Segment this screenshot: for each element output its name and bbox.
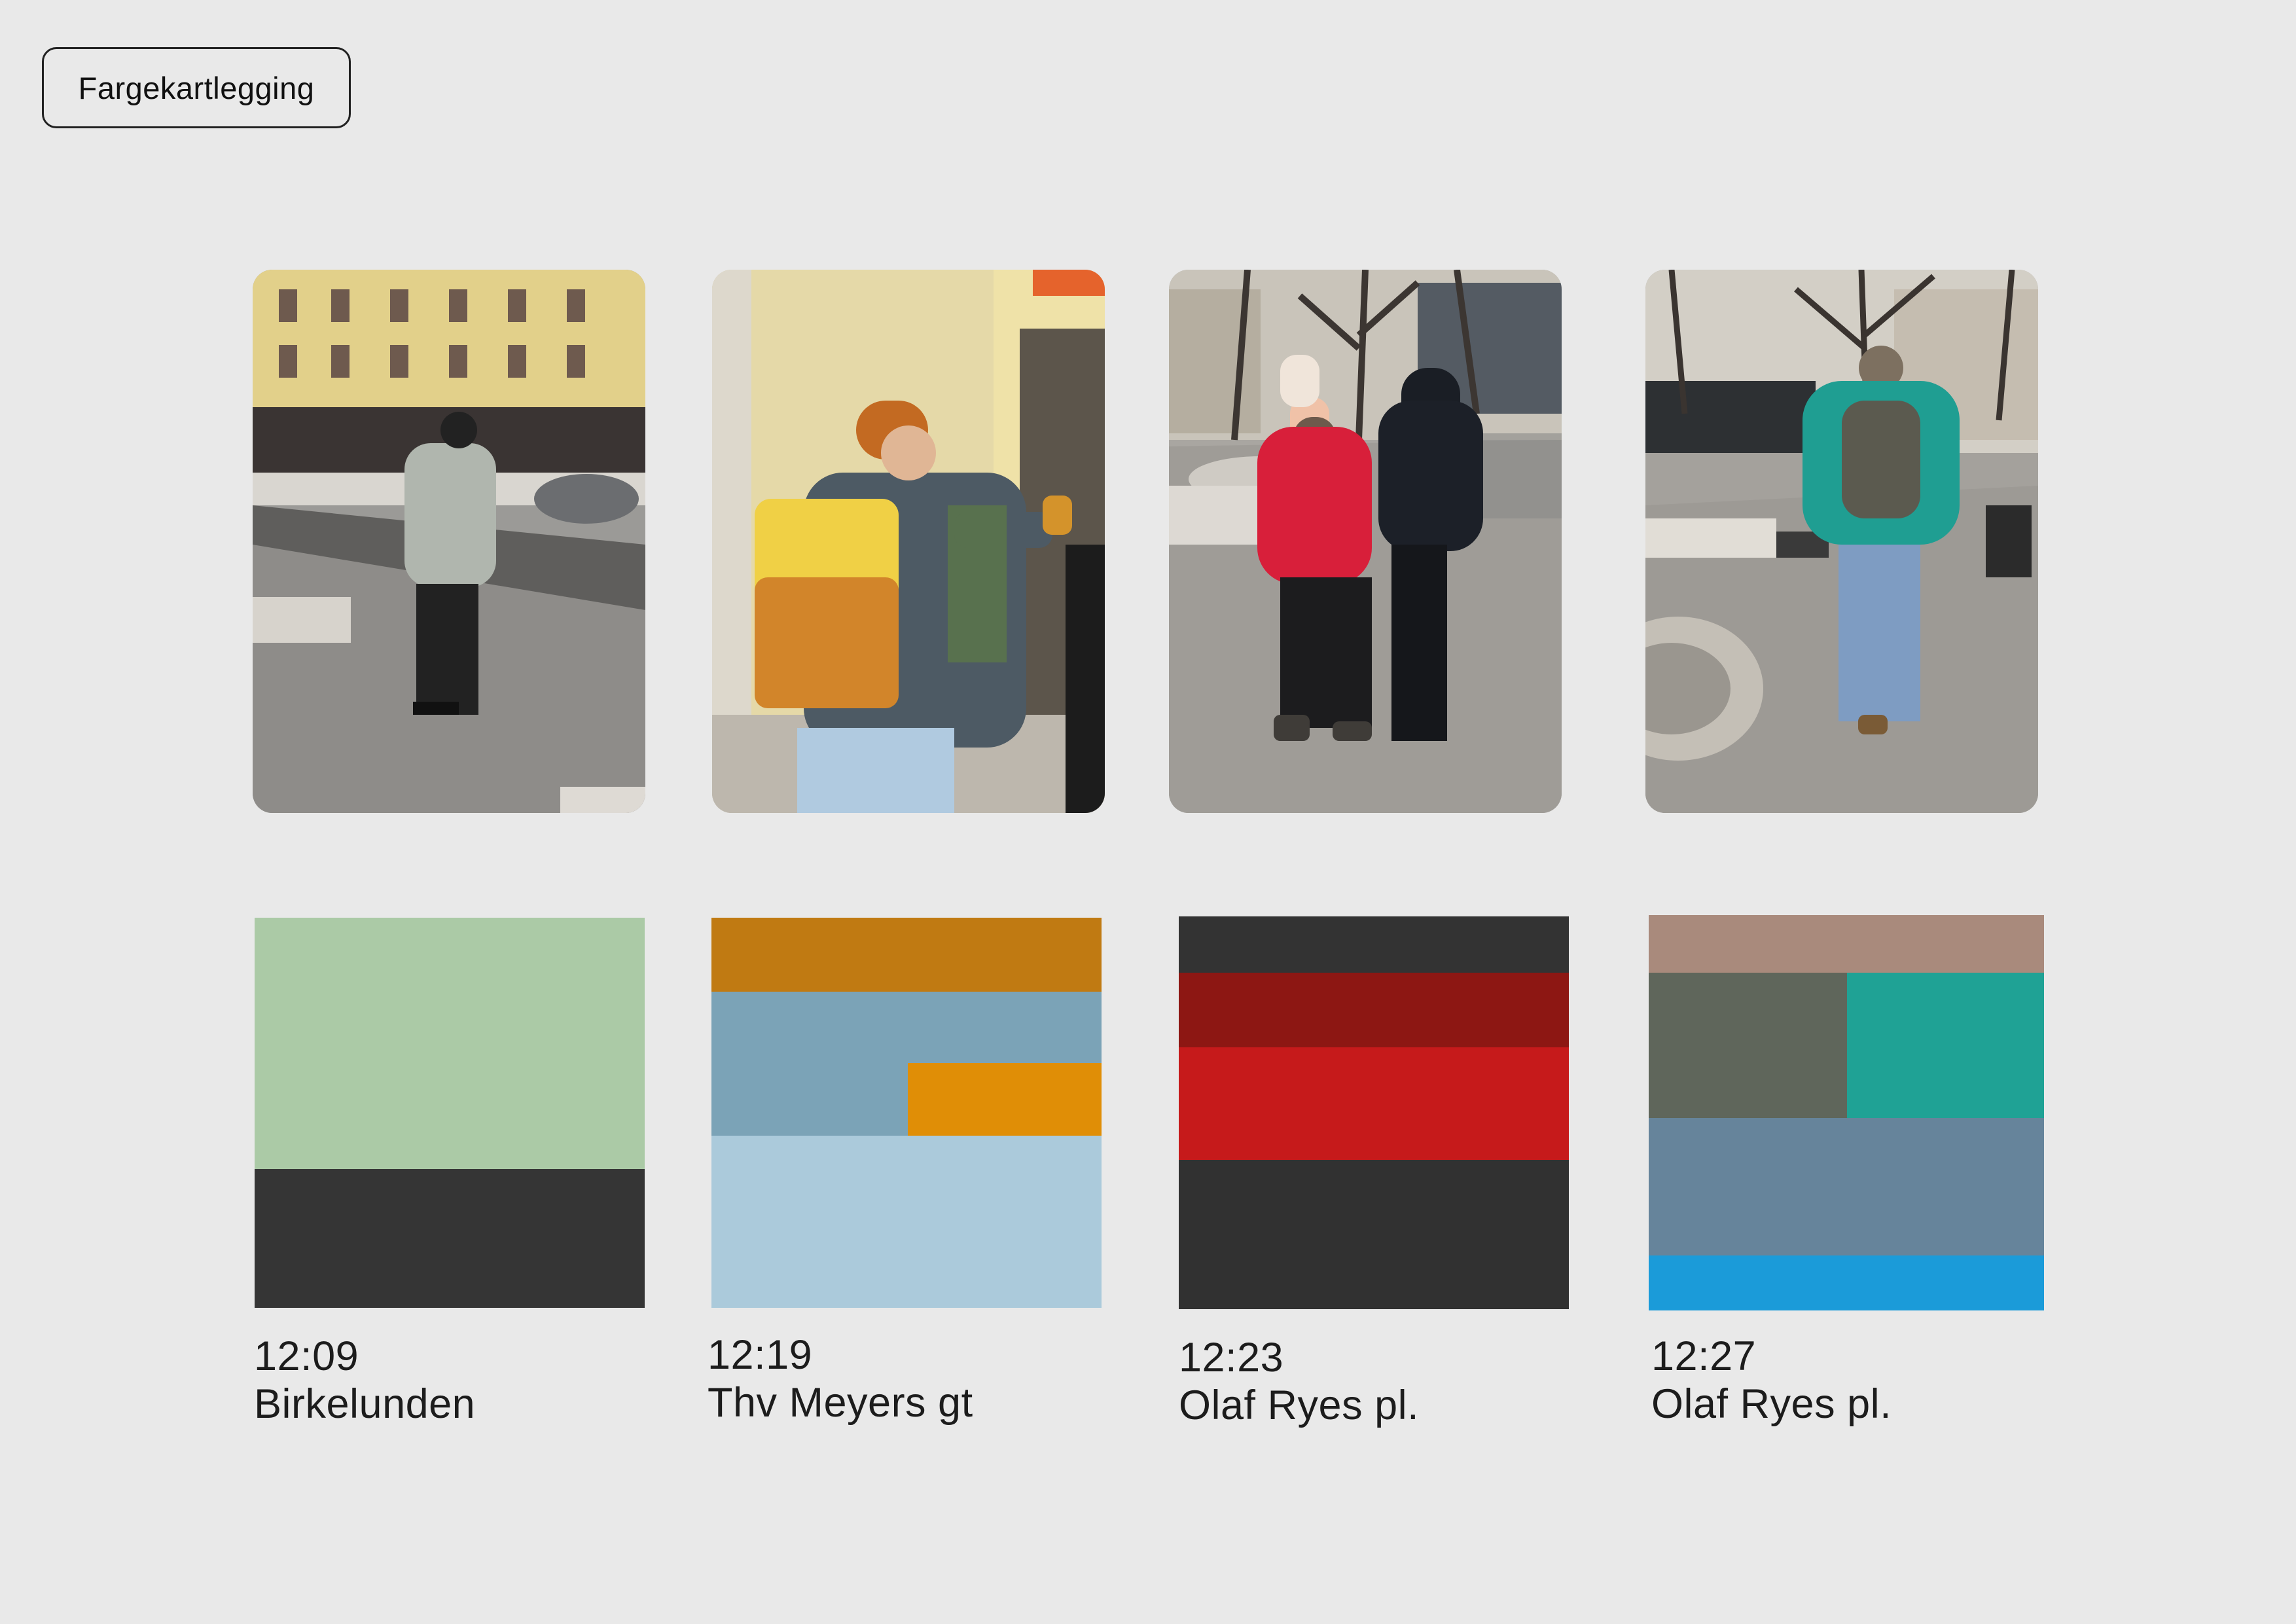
swatch-band <box>1179 916 1569 973</box>
swatch-band <box>1649 973 1847 1118</box>
swatch-band <box>1179 973 1569 1047</box>
swatch-band <box>908 1063 1102 1136</box>
swatch-band <box>711 1136 1102 1308</box>
color-swatch-olaf-ryes-pl-1 <box>1179 916 1569 1309</box>
photo-olaf-ryes-pl-2 <box>1645 270 2038 813</box>
street-photo-yellow-backpack-icon <box>712 270 1105 813</box>
color-swatch-olaf-ryes-pl-2 <box>1649 915 2044 1310</box>
photo-birkelunden <box>253 270 645 813</box>
swatch-band <box>1649 1255 2044 1310</box>
color-swatch-thv-meyers-gt <box>711 918 1102 1308</box>
color-swatch-birkelunden <box>255 918 645 1308</box>
caption-place: Olaf Ryes pl. <box>1179 1382 1420 1428</box>
caption-entry-2: 12:19 Thv Meyers gt <box>708 1331 973 1427</box>
caption-place: Olaf Ryes pl. <box>1651 1381 1892 1427</box>
page-title-tag: Fargekartlegging <box>42 47 351 128</box>
caption-entry-3: 12:23 Olaf Ryes pl. <box>1179 1334 1419 1430</box>
caption-entry-4: 12:27 Olaf Ryes pl. <box>1651 1333 1892 1428</box>
caption-entry-1: 12:09 Birkelunden <box>254 1333 475 1428</box>
swatch-band <box>1649 915 2044 973</box>
street-photo-red-jacket-icon <box>1169 270 1562 813</box>
photo-olaf-ryes-pl-1 <box>1169 270 1562 813</box>
caption-time: 12:27 <box>1651 1333 1757 1379</box>
swatch-band <box>1649 1118 2044 1255</box>
swatch-band <box>1179 1047 1569 1160</box>
swatch-band <box>1847 973 2044 1118</box>
caption-place: Thv Meyers gt <box>708 1380 973 1426</box>
photo-thv-meyers-gt <box>712 270 1105 813</box>
street-photo-grey-vest-icon <box>253 270 645 813</box>
caption-time: 12:09 <box>254 1333 359 1379</box>
swatch-band <box>711 918 1102 992</box>
caption-place: Birkelunden <box>254 1381 476 1427</box>
swatch-band <box>1179 1160 1569 1309</box>
caption-time: 12:23 <box>1179 1335 1284 1380</box>
caption-time: 12:19 <box>708 1332 813 1378</box>
swatch-band <box>255 918 645 1169</box>
swatch-band <box>255 1169 645 1308</box>
street-photo-teal-jacket-icon <box>1645 270 2038 813</box>
